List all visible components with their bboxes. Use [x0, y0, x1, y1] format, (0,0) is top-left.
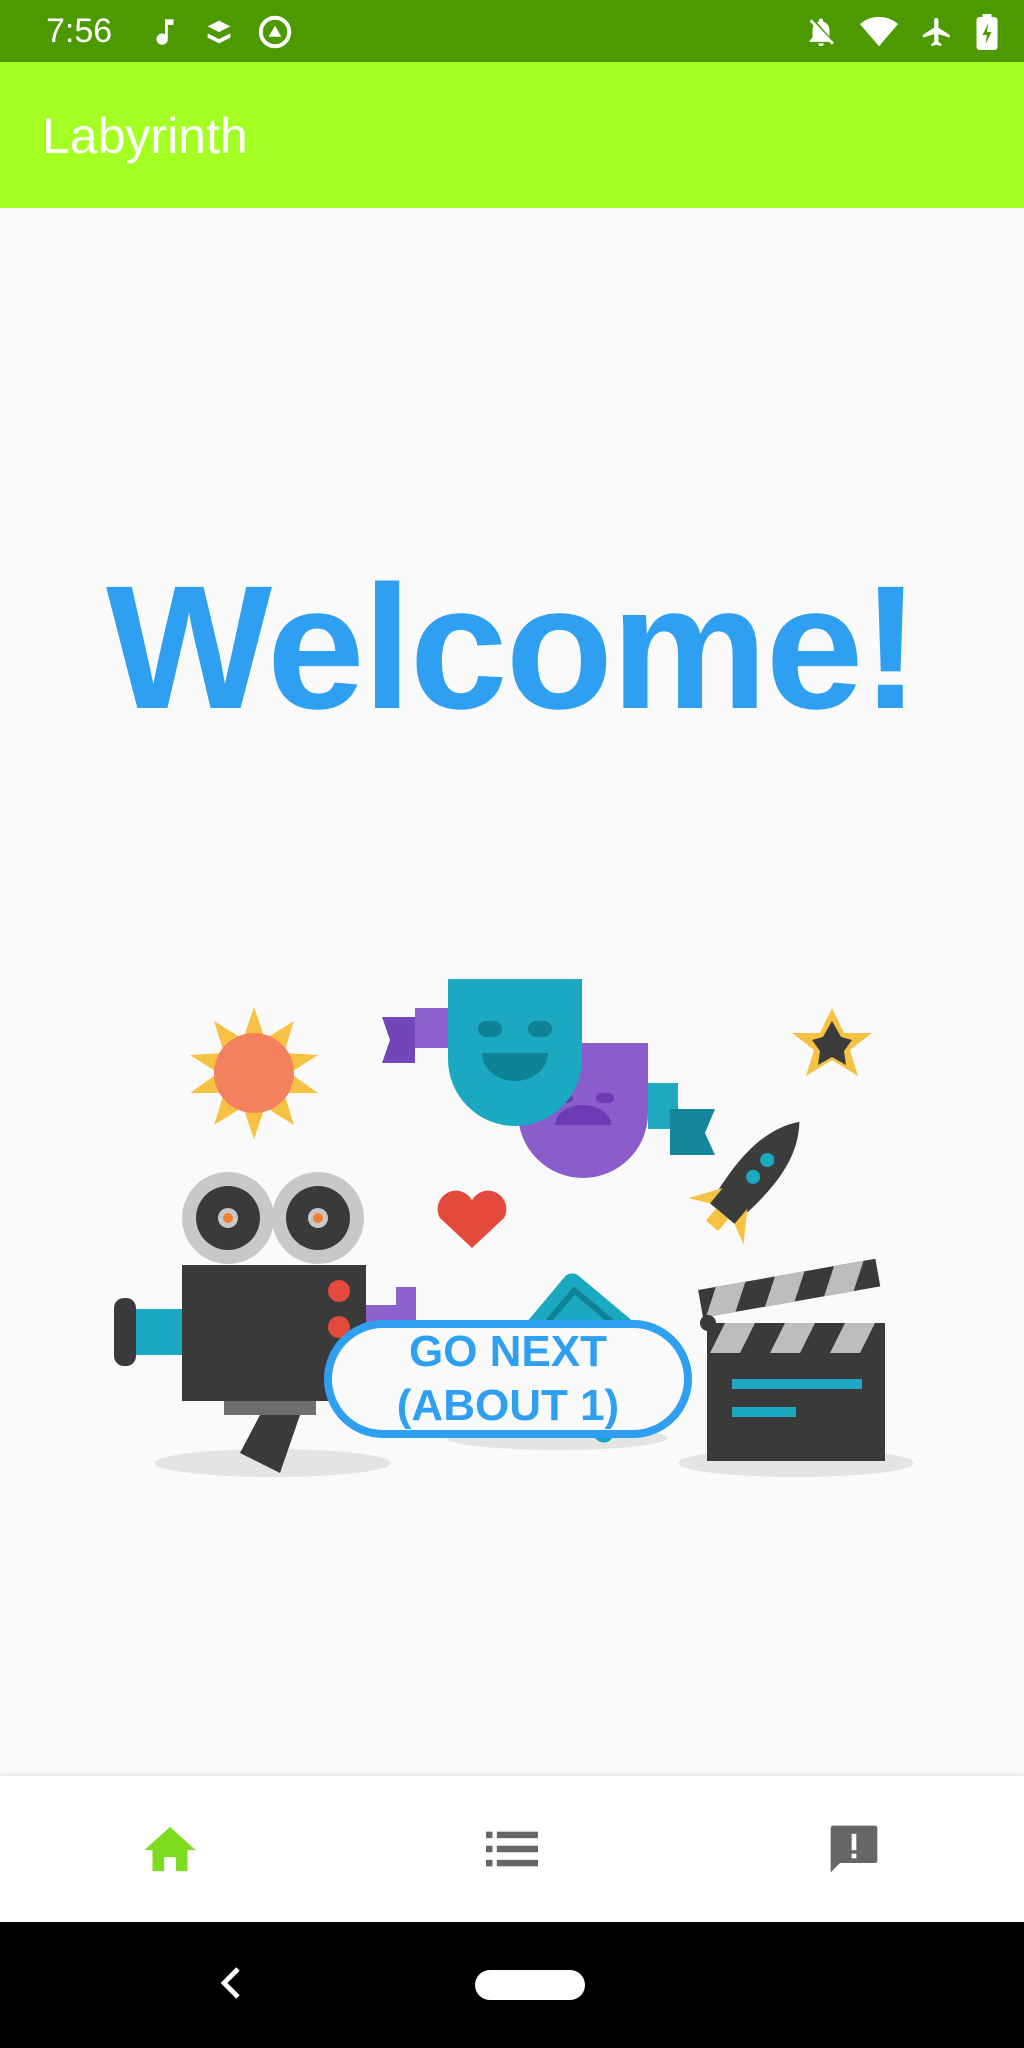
star-icon [792, 1008, 872, 1076]
go-next-label: GO NEXT (ABOUT 1) [396, 1327, 620, 1430]
status-notification-icons [148, 12, 294, 52]
battery-charging-icon [976, 14, 998, 50]
music-note-icon [156, 19, 174, 45]
feedback-icon [830, 1825, 878, 1873]
app-bar: Labyrinth [0, 62, 1024, 208]
starburst-icon [190, 1007, 318, 1139]
system-back-button[interactable] [205, 1958, 255, 2008]
go-next-button[interactable]: GO NEXT (ABOUT 1) [324, 1320, 692, 1438]
theater-masks-icon [382, 979, 715, 1178]
home-icon [144, 1826, 196, 1872]
main-content: Welcome! GO NEXT (ABOUT 1) [0, 208, 1024, 1776]
back-icon [220, 1967, 240, 1999]
status-system-icons [804, 12, 998, 52]
clapperboard-icon [698, 1258, 885, 1461]
nav-list[interactable] [452, 1776, 572, 1922]
wifi-icon [860, 16, 898, 47]
list-icon [486, 1831, 538, 1867]
assistant-icon [258, 15, 292, 49]
notifications-off-icon [809, 18, 834, 47]
heart-icon [437, 1190, 507, 1248]
welcome-heading: Welcome! [105, 550, 920, 746]
nav-feedback[interactable] [794, 1776, 914, 1922]
system-navigation-bar [0, 1922, 1024, 2048]
airplane-mode-icon [922, 17, 950, 47]
app-title: Labyrinth [42, 108, 248, 164]
nav-home[interactable] [110, 1776, 230, 1922]
system-home-button[interactable] [475, 1970, 585, 2000]
bottom-navigation [0, 1776, 1024, 1922]
status-bar: 7:56 [0, 0, 1024, 62]
status-time: 7:56 [46, 12, 113, 50]
sync-icon [207, 20, 231, 44]
